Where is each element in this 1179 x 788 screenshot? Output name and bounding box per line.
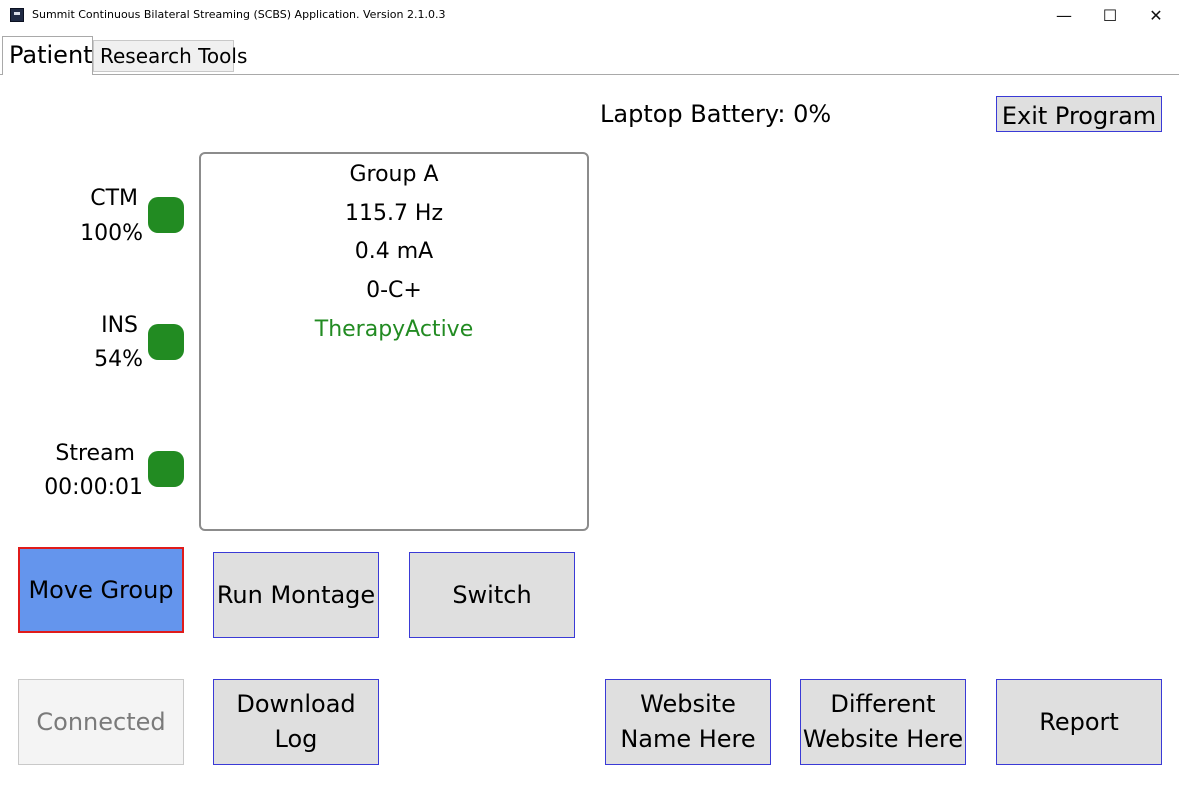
laptop-battery-label: Laptop Battery: 0%: [600, 100, 832, 128]
title-bar: Summit Continuous Bilateral Streaming (S…: [0, 0, 1179, 32]
stream-label: Stream: [55, 441, 135, 466]
maximize-icon[interactable]: ☐: [1087, 0, 1133, 32]
amplitude-value: 0.4 mA: [354, 239, 434, 264]
minimize-icon[interactable]: —: [1041, 0, 1087, 32]
electrode-config: 0-C+: [366, 278, 422, 303]
different-website-button[interactable]: Different Website Here: [800, 679, 966, 765]
ctm-label: CTM: [90, 186, 138, 211]
download-log-button[interactable]: Download Log: [213, 679, 379, 765]
website-button[interactable]: Website Name Here: [605, 679, 771, 765]
switch-button[interactable]: Switch: [409, 552, 575, 638]
group-info-panel: Group A 115.7 Hz 0.4 mA 0-C+ TherapyActi…: [199, 152, 589, 531]
ins-value: 54%: [94, 347, 143, 372]
ctm-status-indicator: [148, 197, 184, 233]
app-icon: [10, 8, 24, 22]
therapy-state: TherapyActive: [314, 317, 474, 342]
tab-bar: Patient Research Tools: [0, 36, 1179, 75]
run-montage-button[interactable]: Run Montage: [213, 552, 379, 638]
close-icon[interactable]: ✕: [1133, 0, 1179, 32]
ctm-value: 100%: [80, 221, 143, 246]
stream-status-indicator: [148, 451, 184, 487]
ins-status-indicator: [148, 324, 184, 360]
connected-button[interactable]: Connected: [18, 679, 184, 765]
report-button[interactable]: Report: [996, 679, 1162, 765]
frequency-value: 115.7 Hz: [344, 201, 444, 226]
group-name: Group A: [349, 162, 439, 187]
ins-label: INS: [101, 313, 138, 338]
window-title: Summit Continuous Bilateral Streaming (S…: [32, 8, 446, 21]
stream-timer: 00:00:01: [44, 475, 143, 500]
tab-research-tools[interactable]: Research Tools: [93, 40, 247, 72]
exit-program-button[interactable]: Exit Program: [996, 96, 1162, 132]
tab-patient[interactable]: Patient: [2, 36, 93, 75]
move-group-button[interactable]: Move Group: [18, 547, 184, 633]
